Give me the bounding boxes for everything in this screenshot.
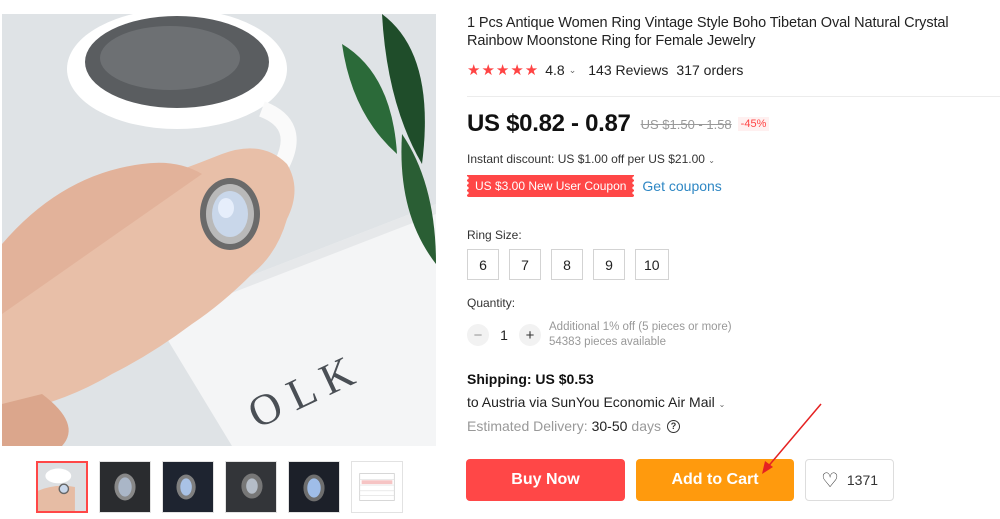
size-option-8[interactable]: 8 bbox=[551, 249, 583, 280]
delivery-unit: days bbox=[631, 418, 661, 434]
wishlist-count: 1371 bbox=[846, 472, 879, 488]
quantity-increase-button[interactable]: + bbox=[519, 324, 541, 346]
size-option-7[interactable]: 7 bbox=[509, 249, 541, 280]
star-rating-icon: ★★★★★ bbox=[467, 62, 540, 79]
bulk-discount-note: Additional 1% off (5 pieces or more) bbox=[549, 321, 732, 333]
ring-size-options: 6 7 8 9 10 bbox=[467, 249, 679, 280]
help-icon[interactable]: ? bbox=[666, 419, 680, 433]
shipping-cost: Shipping: US $0.53 bbox=[467, 371, 594, 387]
chevron-down-icon: ⌄ bbox=[708, 156, 715, 165]
price-row: US $0.82 - 0.87 US $1.50 - 1.58 -45% bbox=[467, 110, 770, 138]
thumbnail[interactable] bbox=[99, 461, 151, 513]
shipping-method-text: to Austria via SunYou Economic Air Mail bbox=[467, 394, 715, 410]
discount-badge: -45% bbox=[737, 117, 770, 131]
thumbnail-strip bbox=[36, 461, 414, 515]
product-info: 1 Pcs Antique Women Ring Vintage Style B… bbox=[467, 14, 997, 79]
wishlist-button[interactable]: ♡ 1371 bbox=[805, 459, 894, 501]
size-option-10[interactable]: 10 bbox=[635, 249, 669, 280]
divider bbox=[467, 96, 1000, 97]
orders-count: 317 orders bbox=[676, 62, 744, 78]
stock-available: 54383 pieces available bbox=[549, 336, 667, 348]
buy-now-button[interactable]: Buy Now bbox=[466, 459, 625, 501]
quantity-note: Additional 1% off (5 pieces or more) 543… bbox=[549, 320, 732, 350]
thumbnail[interactable] bbox=[351, 461, 403, 513]
ring-size-label: Ring Size: bbox=[467, 228, 522, 242]
thumbnail[interactable] bbox=[288, 461, 340, 513]
size-option-6[interactable]: 6 bbox=[467, 249, 499, 280]
size-option-9[interactable]: 9 bbox=[593, 249, 625, 280]
delivery-label: Estimated Delivery: bbox=[467, 418, 588, 434]
delivery-value: 30-50 bbox=[591, 418, 628, 434]
rating-value[interactable]: 4.8 bbox=[545, 62, 564, 78]
thumbnail[interactable] bbox=[162, 461, 214, 513]
instant-discount-text: Instant discount: US $1.00 off per US $2… bbox=[467, 152, 705, 166]
estimated-delivery: Estimated Delivery: 30-50 days ? bbox=[467, 418, 680, 434]
quantity-decrease-button[interactable]: − bbox=[467, 324, 489, 346]
chevron-down-icon[interactable]: ⌄ bbox=[569, 65, 577, 76]
heart-icon: ♡ bbox=[820, 469, 839, 492]
original-price: US $1.50 - 1.58 bbox=[640, 116, 732, 132]
shipping-method[interactable]: to Austria via SunYou Economic Air Mail … bbox=[467, 394, 725, 410]
quantity-value[interactable]: 1 bbox=[489, 327, 519, 343]
product-main-image[interactable]: O L K bbox=[2, 14, 436, 446]
instant-discount[interactable]: Instant discount: US $1.00 off per US $2… bbox=[467, 152, 715, 166]
quantity-stepper: − 1 + Additional 1% off (5 pieces or mor… bbox=[467, 320, 732, 350]
coupon-row: US $3.00 New User Coupon Get coupons bbox=[464, 175, 722, 197]
current-price: US $0.82 - 0.87 bbox=[467, 110, 631, 137]
thumbnail[interactable] bbox=[225, 461, 277, 513]
get-coupons-link[interactable]: Get coupons bbox=[642, 178, 721, 194]
product-title: 1 Pcs Antique Women Ring Vintage Style B… bbox=[467, 15, 949, 49]
rating-row: ★★★★★ 4.8 ⌄ 143 Reviews 317 orders bbox=[467, 61, 997, 79]
reviews-link[interactable]: 143 Reviews bbox=[588, 62, 668, 78]
quantity-label: Quantity: bbox=[467, 296, 516, 310]
add-to-cart-button[interactable]: Add to Cart bbox=[636, 459, 794, 501]
chevron-down-icon: ⌄ bbox=[718, 400, 726, 409]
new-user-coupon[interactable]: US $3.00 New User Coupon bbox=[464, 175, 637, 197]
thumbnail[interactable] bbox=[36, 461, 88, 513]
